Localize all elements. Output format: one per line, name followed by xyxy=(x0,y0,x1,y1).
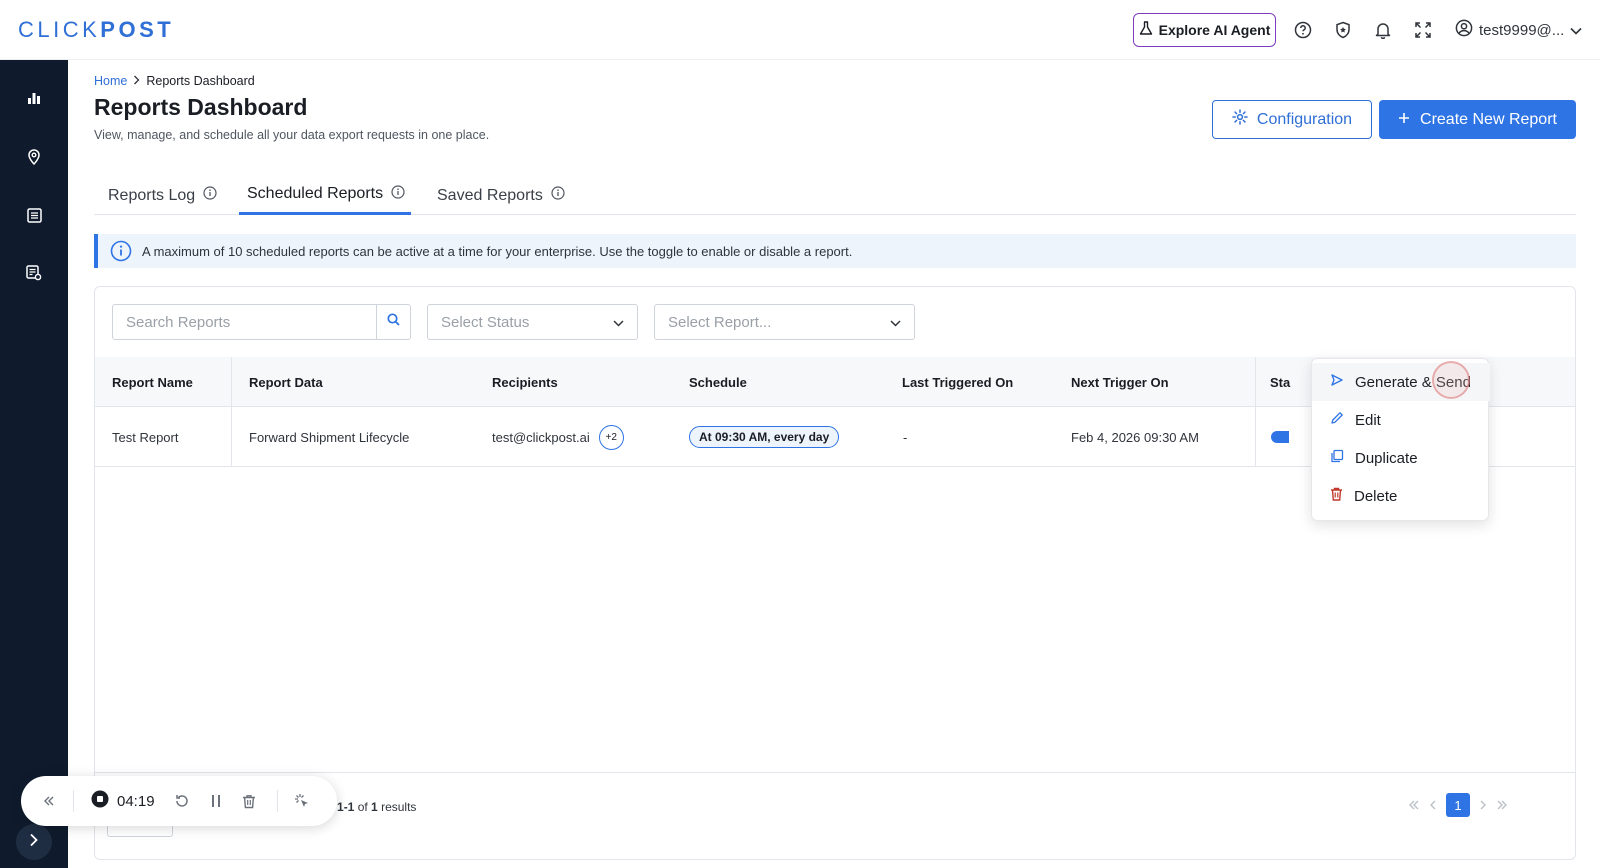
column-header[interactable]: Report Data xyxy=(249,357,323,407)
next-page-icon[interactable] xyxy=(1479,797,1487,813)
chevron-down-icon xyxy=(613,314,624,331)
last-triggered-cell: - xyxy=(903,429,908,445)
info-icon xyxy=(203,186,217,205)
list-icon[interactable] xyxy=(24,205,44,225)
restart-icon[interactable] xyxy=(172,776,192,826)
schedule-cell: At 09:30 AM, every day xyxy=(689,407,840,467)
bell-icon[interactable] xyxy=(1373,20,1393,40)
shield-icon[interactable] xyxy=(1333,20,1353,40)
discard-icon[interactable] xyxy=(239,776,259,826)
chevron-right-icon xyxy=(133,74,140,88)
report-name-cell: Test Report xyxy=(112,429,179,445)
chevron-right-icon xyxy=(29,833,39,852)
click-effect-icon[interactable] xyxy=(292,776,312,826)
stop-record-icon[interactable] xyxy=(91,790,109,813)
column-header[interactable]: Last Triggered On xyxy=(902,357,1013,407)
info-icon xyxy=(551,186,565,205)
screen-recorder-widget: 04:19 xyxy=(21,776,337,826)
search-input[interactable] xyxy=(113,305,376,339)
pause-icon[interactable] xyxy=(206,776,226,826)
recipients-more-badge[interactable]: +2 xyxy=(598,424,624,450)
recipients-cell: test@clickpost.ai +2 xyxy=(492,407,624,467)
last-page-icon[interactable] xyxy=(1496,797,1508,813)
breadcrumb-home-link[interactable]: Home xyxy=(94,74,127,88)
info-icon xyxy=(391,184,405,204)
location-pin-icon[interactable] xyxy=(24,147,44,167)
flask-icon xyxy=(1139,21,1153,39)
tab-reports-log[interactable]: Reports Log xyxy=(108,176,217,215)
copy-icon xyxy=(1330,449,1344,467)
sidebar-expand-button[interactable] xyxy=(16,824,52,860)
configuration-button[interactable]: Configuration xyxy=(1212,100,1372,139)
fullscreen-icon[interactable] xyxy=(1413,20,1433,40)
rows-per-page-select[interactable] xyxy=(107,825,173,837)
column-header[interactable]: Next Trigger On xyxy=(1071,357,1169,407)
bar-chart-icon[interactable] xyxy=(24,88,44,108)
column-header[interactable]: Recipients xyxy=(492,357,558,407)
table-footer-divider xyxy=(95,772,1575,773)
menu-item-delete[interactable]: Delete xyxy=(1312,477,1490,515)
select-status-dropdown[interactable]: Select Status xyxy=(427,304,638,340)
recording-timer: 04:19 xyxy=(91,776,155,826)
menu-item-edit[interactable]: Edit xyxy=(1312,401,1490,439)
tab-saved-reports[interactable]: Saved Reports xyxy=(437,176,565,215)
click-indicator xyxy=(1432,361,1470,399)
explore-ai-agent-button[interactable]: Explore AI Agent xyxy=(1133,13,1276,47)
gear-icon xyxy=(1232,109,1248,130)
search-reports-field xyxy=(112,304,411,340)
report-tabs: Reports Log Scheduled Reports Saved Repo… xyxy=(94,176,1576,215)
search-icon xyxy=(387,313,400,331)
banner-text: A maximum of 10 scheduled reports can be… xyxy=(142,243,853,259)
trash-icon xyxy=(1330,487,1343,505)
chevron-down-icon xyxy=(1570,22,1582,39)
info-circle-icon xyxy=(110,240,132,262)
column-header[interactable]: Report Name xyxy=(112,357,193,407)
status-toggle[interactable] xyxy=(1271,431,1289,443)
page-title: Reports Dashboard xyxy=(94,94,308,120)
left-sidebar xyxy=(0,60,68,868)
next-trigger-cell: Feb 4, 2026 09:30 AM xyxy=(1071,429,1199,445)
page-subtitle: View, manage, and schedule all your data… xyxy=(94,128,490,142)
pagination: 1 xyxy=(1408,793,1508,817)
column-header[interactable]: Schedule xyxy=(689,357,747,407)
top-header: CLICKPOST Explore AI Agent test9999@... xyxy=(0,0,1600,60)
page-number-button[interactable]: 1 xyxy=(1446,793,1470,817)
timer-text: 04:19 xyxy=(117,792,155,810)
results-count: g 1-1 of 1 results xyxy=(327,800,417,814)
breadcrumb-current: Reports Dashboard xyxy=(146,74,255,88)
help-icon[interactable] xyxy=(1293,20,1313,40)
menu-item-duplicate[interactable]: Duplicate xyxy=(1312,439,1490,477)
search-button[interactable] xyxy=(376,305,410,339)
schedule-pill: At 09:30 AM, every day xyxy=(689,426,840,448)
breadcrumb: Home Reports Dashboard xyxy=(94,74,255,88)
user-menu[interactable]: test9999@... xyxy=(1455,19,1582,41)
create-new-report-button[interactable]: Create New Report xyxy=(1379,100,1576,139)
prev-page-icon[interactable] xyxy=(1429,797,1437,813)
user-email: test9999@... xyxy=(1479,21,1565,39)
column-header[interactable]: Sta xyxy=(1270,357,1290,407)
info-banner: A maximum of 10 scheduled reports can be… xyxy=(94,234,1576,268)
chevron-down-icon xyxy=(890,314,901,331)
report-settings-icon[interactable] xyxy=(24,263,44,283)
plus-icon xyxy=(1398,111,1410,129)
clickpost-logo[interactable]: CLICKPOST xyxy=(18,17,174,43)
divider xyxy=(277,790,278,812)
first-page-icon[interactable] xyxy=(1408,797,1420,813)
user-circle-icon xyxy=(1455,19,1473,41)
send-icon xyxy=(1330,373,1344,391)
select-report-dropdown[interactable]: Select Report... xyxy=(654,304,915,340)
pencil-icon xyxy=(1330,411,1344,429)
divider xyxy=(73,790,74,812)
report-data-cell: Forward Shipment Lifecycle xyxy=(249,429,410,445)
tab-scheduled-reports[interactable]: Scheduled Reports xyxy=(239,176,411,215)
status-toggle-cell xyxy=(1271,407,1289,467)
collapse-icon[interactable] xyxy=(39,776,59,826)
